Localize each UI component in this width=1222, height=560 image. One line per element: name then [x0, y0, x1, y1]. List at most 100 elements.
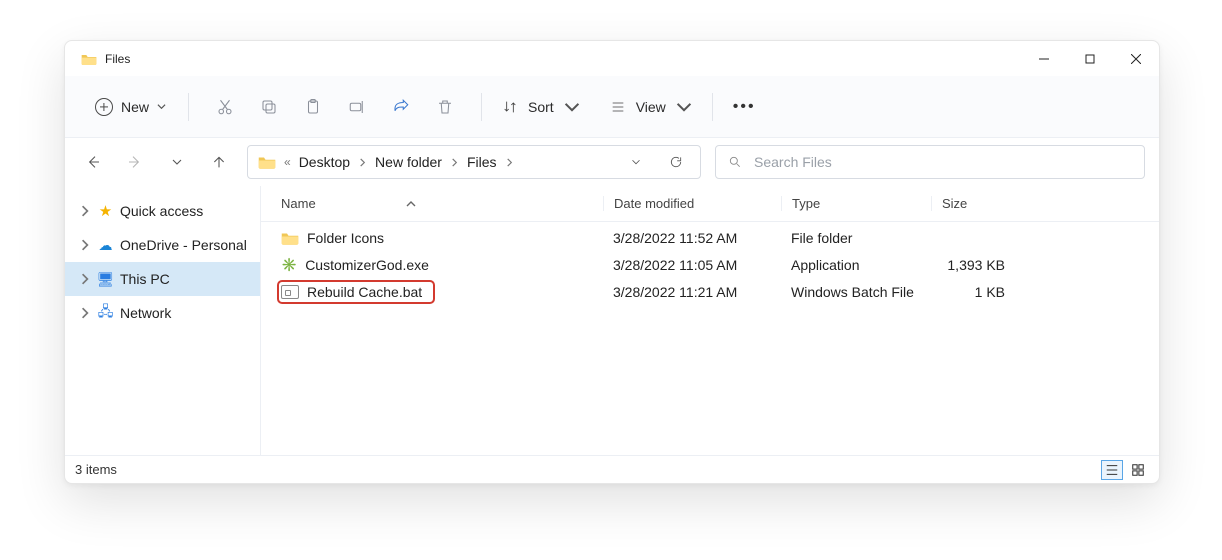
share-button[interactable] [379, 92, 423, 122]
chevron-right-icon [450, 158, 459, 167]
sidebar-item-this-pc[interactable]: 🖥 This PC [65, 262, 260, 296]
sort-icon [502, 99, 518, 115]
refresh-button[interactable] [660, 146, 692, 178]
file-modified: 3/28/2022 11:21 AM [603, 284, 781, 300]
command-bar: New Sort View ••• [65, 76, 1159, 138]
folder-icon [258, 155, 276, 169]
explorer-window: Files New Sort View [64, 40, 1160, 484]
bat-icon [281, 285, 299, 299]
sidebar-label: OneDrive - Personal [120, 237, 247, 253]
new-button[interactable]: New [87, 92, 174, 122]
file-name: CustomizerGod.exe [305, 257, 429, 273]
copy-button[interactable] [247, 92, 291, 122]
new-label: New [121, 99, 149, 115]
address-bar[interactable]: « Desktop New folder Files [247, 145, 701, 179]
separator [481, 93, 482, 121]
column-headers: Name Date modified Type Size [261, 186, 1159, 222]
titlebar: Files [65, 41, 1159, 76]
sort-label: Sort [528, 99, 554, 115]
column-type[interactable]: Type [781, 196, 931, 211]
more-button[interactable]: ••• [727, 98, 762, 116]
file-size: 1,393 KB [931, 257, 1027, 273]
file-row[interactable]: ✳️ CustomizerGod.exe 3/28/2022 11:05 AM … [261, 251, 1159, 278]
chevron-right-icon [79, 239, 91, 251]
search-icon [728, 155, 742, 169]
cut-button[interactable] [203, 92, 247, 122]
thumbnails-view-button[interactable] [1127, 460, 1149, 480]
network-icon: 🖧 [97, 305, 114, 322]
window-controls [1021, 43, 1159, 75]
file-row[interactable]: Folder Icons 3/28/2022 11:52 AM File fol… [261, 224, 1159, 251]
close-button[interactable] [1113, 43, 1159, 75]
column-label: Size [942, 196, 967, 211]
monitor-icon: 🖥 [97, 271, 114, 288]
chevron-right-icon [79, 307, 91, 319]
sidebar-item-quick-access[interactable]: ★ Quick access [65, 194, 260, 228]
plus-circle-icon [95, 98, 113, 116]
chevron-down-icon [564, 99, 580, 115]
forward-button[interactable] [121, 148, 149, 176]
status-bar: 3 items [65, 455, 1159, 483]
back-button[interactable] [79, 148, 107, 176]
star-icon: ★ [97, 203, 114, 220]
folder-icon [281, 231, 299, 245]
sidebar-label: Quick access [120, 203, 203, 219]
exe-icon: ✳️ [281, 257, 297, 273]
item-count: 3 items [75, 462, 117, 477]
sort-button[interactable]: Sort [496, 99, 586, 115]
column-size[interactable]: Size [931, 196, 1027, 211]
column-modified[interactable]: Date modified [603, 196, 781, 211]
file-list: Name Date modified Type Size Folder Icon… [261, 186, 1159, 455]
file-row[interactable]: Rebuild Cache.bat 3/28/2022 11:21 AM Win… [261, 278, 1159, 305]
maximize-button[interactable] [1067, 43, 1113, 75]
file-size: 1 KB [931, 284, 1027, 300]
body: ★ Quick access ☁ OneDrive - Personal 🖥 T… [65, 186, 1159, 455]
file-name: Rebuild Cache.bat [307, 284, 422, 300]
chevron-right-icon [79, 205, 91, 217]
chevron-left-double-icon: « [284, 155, 291, 169]
file-modified: 3/28/2022 11:05 AM [603, 257, 781, 273]
folder-icon [81, 53, 97, 65]
file-type: Application [781, 257, 931, 273]
crumb-newfolder[interactable]: New folder [375, 154, 442, 170]
file-type: Windows Batch File [781, 284, 931, 300]
file-type: File folder [781, 230, 931, 246]
view-icon [610, 99, 626, 115]
recent-dropdown[interactable] [163, 148, 191, 176]
sidebar-item-onedrive[interactable]: ☁ OneDrive - Personal [65, 228, 260, 262]
chevron-right-icon [505, 158, 514, 167]
chevron-down-icon [676, 99, 692, 115]
column-label: Type [792, 196, 820, 211]
search-box[interactable] [715, 145, 1145, 179]
view-button[interactable]: View [604, 99, 698, 115]
separator [712, 93, 713, 121]
minimize-button[interactable] [1021, 43, 1067, 75]
up-button[interactable] [205, 148, 233, 176]
view-label: View [636, 99, 666, 115]
crumb-files[interactable]: Files [467, 154, 497, 170]
cloud-icon: ☁ [97, 237, 114, 254]
search-input[interactable] [754, 154, 1132, 170]
navigation-row: « Desktop New folder Files [65, 138, 1159, 186]
window-title: Files [105, 52, 130, 66]
column-name[interactable]: Name [281, 196, 603, 211]
rename-button[interactable] [335, 92, 379, 122]
sidebar-label: This PC [120, 271, 170, 287]
rows-container: Folder Icons 3/28/2022 11:52 AM File fol… [261, 222, 1159, 455]
separator [188, 93, 189, 121]
column-label: Name [281, 196, 316, 211]
column-label: Date modified [614, 196, 694, 211]
address-dropdown[interactable] [620, 146, 652, 178]
file-modified: 3/28/2022 11:52 AM [603, 230, 781, 246]
sidebar-label: Network [120, 305, 171, 321]
details-view-button[interactable] [1101, 460, 1123, 480]
navigation-pane: ★ Quick access ☁ OneDrive - Personal 🖥 T… [65, 186, 261, 455]
chevron-right-icon [79, 273, 91, 285]
chevron-right-icon [358, 158, 367, 167]
sort-ascending-icon [406, 199, 416, 209]
sidebar-item-network[interactable]: 🖧 Network [65, 296, 260, 330]
crumb-desktop[interactable]: Desktop [299, 154, 350, 170]
paste-button[interactable] [291, 92, 335, 122]
file-name: Folder Icons [307, 230, 384, 246]
delete-button[interactable] [423, 92, 467, 122]
